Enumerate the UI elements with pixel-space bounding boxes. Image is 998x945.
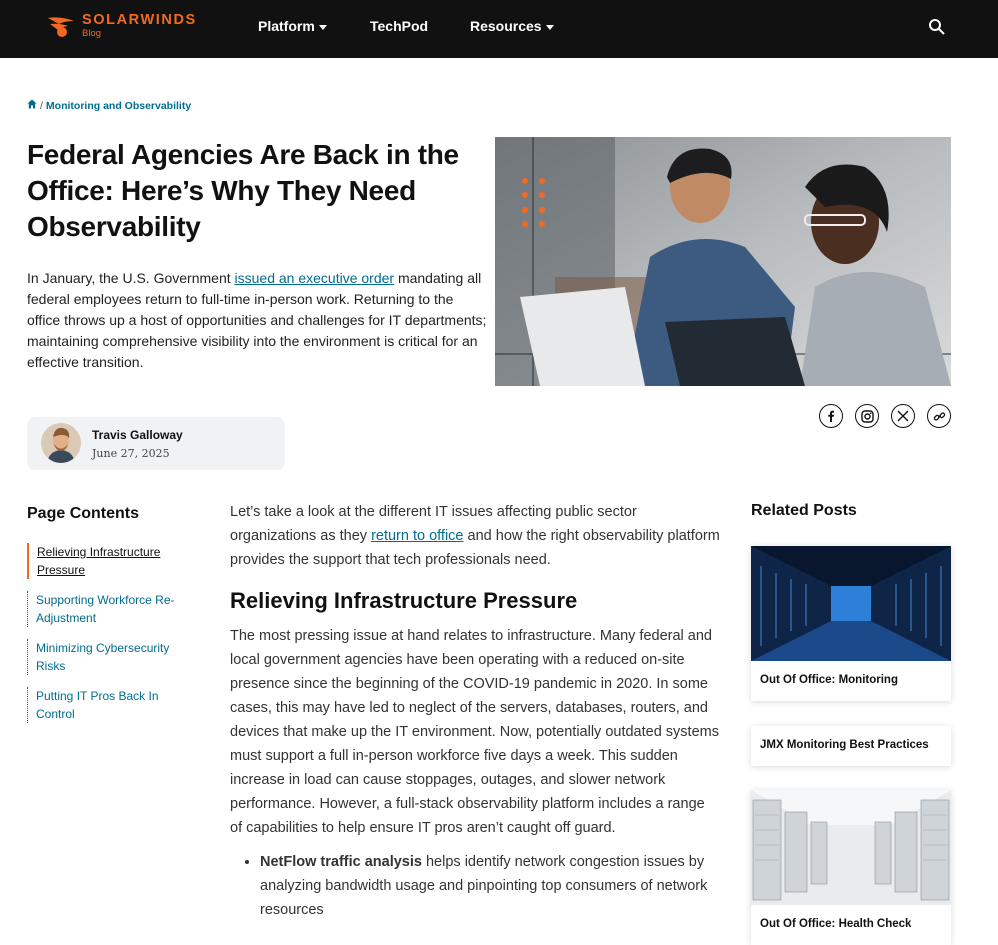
- home-icon[interactable]: [27, 99, 37, 112]
- related-posts-title: Related Posts: [751, 502, 857, 519]
- feature-list: NetFlow traffic analysis helps identify …: [260, 850, 720, 922]
- list-item: NetFlow traffic analysis helps identify …: [260, 850, 720, 922]
- search-icon[interactable]: [928, 18, 946, 36]
- article-lead: Let’s take a look at the different IT is…: [230, 500, 720, 572]
- chevron-down-icon: [545, 24, 554, 30]
- article-intro: In January, the U.S. Government issued a…: [27, 268, 487, 373]
- toc-item-relieving-infrastructure[interactable]: Relieving Infrastructure Pressure: [27, 543, 197, 579]
- nav-resources[interactable]: Resources: [470, 18, 554, 34]
- site-header: SOLARWINDS Blog Platform TechPod Resourc…: [0, 0, 998, 58]
- facebook-icon[interactable]: [819, 404, 843, 428]
- breadcrumb-separator: /: [40, 99, 43, 112]
- author-card: Travis Galloway June 27, 2025: [27, 417, 285, 470]
- solarwinds-logo-icon: [46, 12, 76, 38]
- related-post-image: [751, 546, 951, 661]
- table-of-contents: Relieving Infrastructure Pressure Suppor…: [27, 543, 197, 735]
- solarwinds-logo[interactable]: SOLARWINDS Blog: [46, 12, 197, 39]
- related-post-card[interactable]: Out Of Office: Monitoring: [751, 546, 951, 701]
- avatar: [41, 423, 81, 463]
- intro-text-before: In January, the U.S. Government: [27, 270, 235, 286]
- breadcrumb-current[interactable]: Monitoring and Observability: [46, 100, 191, 112]
- nav-techpod-label: TechPod: [370, 18, 429, 34]
- nav-techpod[interactable]: TechPod: [370, 18, 428, 34]
- related-post-label: Out Of Office: Monitoring: [760, 674, 898, 686]
- link-icon[interactable]: [927, 404, 951, 428]
- section-paragraph: The most pressing issue at hand relates …: [230, 628, 719, 836]
- toc-title: Page Contents: [27, 505, 140, 522]
- instagram-icon[interactable]: [855, 404, 879, 428]
- toc-item-supporting-workforce[interactable]: Supporting Workforce Re-Adjustment: [27, 591, 197, 627]
- author-name[interactable]: Travis Galloway: [92, 428, 183, 442]
- related-post-card[interactable]: JMX Monitoring Best Practices: [751, 726, 951, 766]
- related-post-card[interactable]: Out Of Office: Health Check: [751, 790, 951, 945]
- x-icon[interactable]: [891, 404, 915, 428]
- publish-date: June 27, 2025: [92, 447, 170, 460]
- list-item-bold: NetFlow traffic analysis: [260, 854, 422, 870]
- hero-image: [495, 137, 951, 386]
- breadcrumb: / Monitoring and Observability: [27, 99, 191, 112]
- nav-resources-label: Resources: [470, 18, 542, 34]
- page-title: Federal Agencies Are Back in the Office:…: [27, 139, 459, 242]
- executive-order-link[interactable]: issued an executive order: [235, 270, 395, 286]
- toc-item-putting-it-pros[interactable]: Putting IT Pros Back In Control: [27, 687, 197, 723]
- brand-subtitle: Blog: [82, 28, 102, 39]
- related-post-label: JMX Monitoring Best Practices: [760, 739, 929, 751]
- related-post-label: Out Of Office: Health Check: [760, 918, 912, 930]
- section-heading-infrastructure: Relieving Infrastructure Pressure: [230, 588, 578, 613]
- nav-platform-label: Platform: [258, 18, 315, 34]
- chevron-down-icon: [318, 24, 327, 30]
- brand-name: SOLARWINDS: [82, 12, 197, 28]
- article-body: Let’s take a look at the different IT is…: [230, 500, 720, 922]
- return-to-office-link[interactable]: return to office: [371, 528, 463, 544]
- related-post-image: [751, 790, 951, 905]
- toc-item-minimizing-cybersecurity[interactable]: Minimizing Cybersecurity Risks: [27, 639, 197, 675]
- nav-platform[interactable]: Platform: [258, 18, 327, 34]
